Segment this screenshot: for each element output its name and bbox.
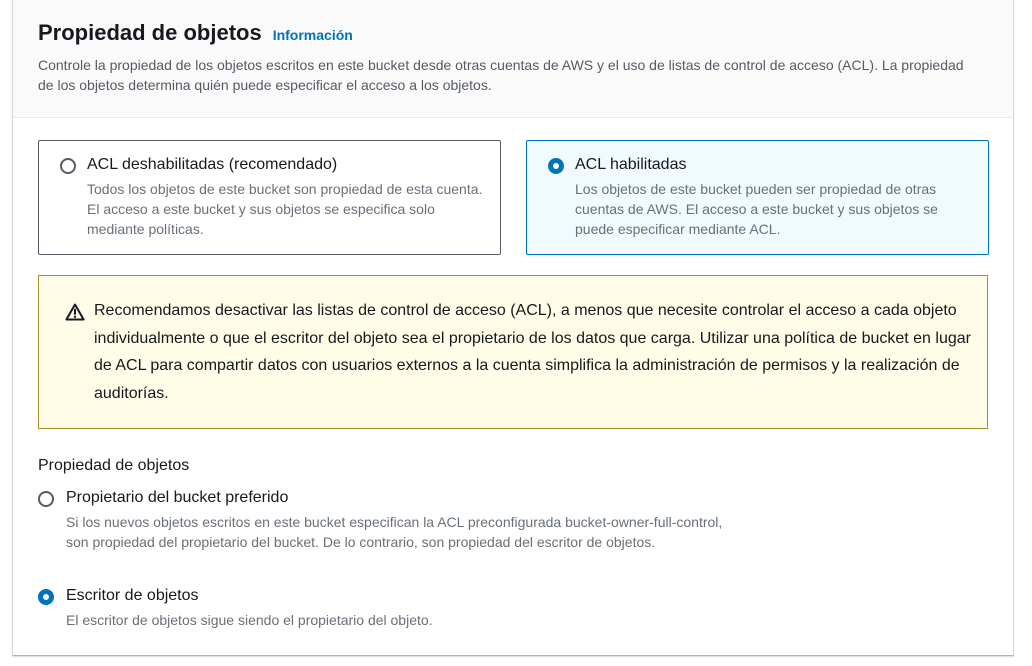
acl-disabled-label: ACL deshabilitadas (recomendado) xyxy=(87,156,338,173)
bucket-owner-preferred-radio[interactable] xyxy=(38,491,54,507)
bucket-owner-preferred-label: Propietario del bucket preferido xyxy=(66,489,289,506)
title-row: Propiedad de objetos Información xyxy=(38,20,353,46)
acl-disabled-tile[interactable]: ACL deshabilitadas (recomendado) Todos l… xyxy=(38,140,501,255)
acl-enabled-radio[interactable] xyxy=(548,158,564,174)
acl-enabled-tile[interactable]: ACL habilitadas Los objetos de este buck… xyxy=(526,140,989,255)
info-link[interactable]: Información xyxy=(273,27,353,43)
bucket-owner-preferred-description: Si los nuevos objetos escritos en este b… xyxy=(66,514,723,550)
object-writer-radio[interactable] xyxy=(38,589,54,605)
acl-disabled-description: Todos los objetos de este bucket son pro… xyxy=(87,181,483,237)
object-ownership-panel: Propiedad de objetos Información Control… xyxy=(12,0,1014,656)
section-title: Propiedad de objetos xyxy=(38,20,262,45)
warning-text: Recomendamos desactivar las listas de co… xyxy=(94,302,971,402)
bucket-owner-preferred-option[interactable]: Propietario del bucket preferido Si los … xyxy=(38,488,758,578)
panel-header: Propiedad de objetos Información Control… xyxy=(13,0,1013,118)
warning-triangle-icon xyxy=(65,303,85,321)
acl-warning-alert: Recomendamos desactivar las listas de co… xyxy=(38,275,988,429)
acl-enabled-description: Los objetos de este bucket pueden ser pr… xyxy=(575,181,938,237)
ownership-group-label: Propiedad de objetos xyxy=(38,457,190,474)
object-writer-label: Escritor de objetos xyxy=(66,587,199,604)
object-writer-option[interactable]: Escritor de objetos El escritor de objet… xyxy=(38,586,758,636)
acl-enabled-label: ACL habilitadas xyxy=(575,156,687,173)
acl-disabled-radio[interactable] xyxy=(60,158,76,174)
object-writer-description: El escritor de objetos sigue siendo el p… xyxy=(66,612,433,628)
section-description: Controle la propiedad de los objetos esc… xyxy=(38,57,964,93)
